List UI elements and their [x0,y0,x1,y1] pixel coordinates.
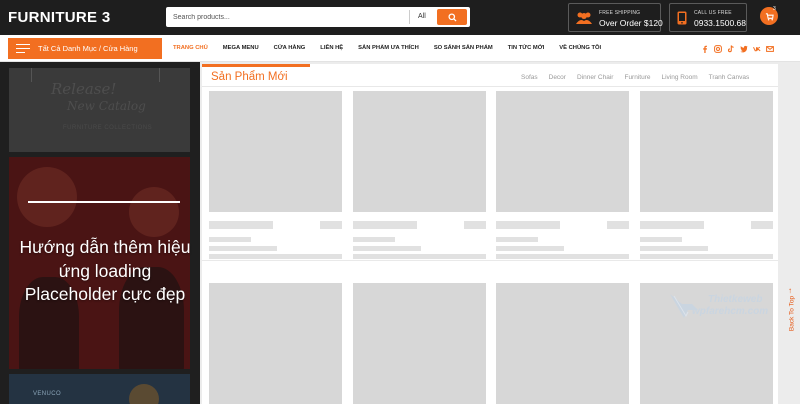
all-categories-label: Tất Cả Danh Mục / Cửa Hàng [38,44,138,53]
catalog-banner[interactable]: Release! New Catalog FURNITURE COLLECTIO… [9,68,190,152]
social-links [700,44,774,53]
nav-item-home[interactable]: TRANG CHỦ [173,45,208,51]
product-image-placeholder [496,91,629,212]
shipping-label: FREE SHIPPING [599,10,641,16]
cart-count-badge: 3 [773,6,776,12]
shipping-value: Over Order $120 [599,18,663,28]
section-title: Sản Phẩm Mới [211,71,288,83]
back-to-top-label: Back To Top [788,295,796,332]
nav-item-shop[interactable]: CỬA HÀNG [274,45,306,51]
sidebar-banners: Release! New Catalog FURNITURE COLLECTIO… [0,62,200,404]
nav-item-contact[interactable]: LIÊN HỆ [320,45,343,51]
vk-icon[interactable] [752,44,761,53]
nav-item-wishlist[interactable]: SẢN PHẨM ƯA THÍCH [358,45,419,51]
catalog-banner-caption: FURNITURE COLLECTIONS [63,125,153,131]
search-input[interactable] [166,7,408,27]
tab-tranh-canvas[interactable]: Tranh Canvas [709,74,750,81]
section-title-accent [202,64,310,67]
search-bar: All [166,7,470,27]
product-image-placeholder [496,283,629,404]
banner-decoration [159,68,160,82]
product-image-placeholder [353,283,486,404]
menu-icon [16,43,30,54]
venuco-banner-label: VENUCO [33,391,62,397]
facebook-icon[interactable] [700,44,709,53]
search-divider [409,10,410,24]
new-products-section: Sản Phẩm Mới Sofas Decor Dinner Chair Fu… [202,64,778,404]
tab-dinner-chair[interactable]: Dinner Chair [577,74,614,81]
tab-living-room[interactable]: Living Room [661,74,697,81]
product-price-placeholder [209,246,277,251]
nav-item-about[interactable]: VỀ CHÚNG TÔI [559,45,601,51]
product-title-placeholder [640,221,704,229]
product-meta-placeholder [640,237,682,242]
product-action-placeholder [751,221,773,229]
nav-item-mega-menu[interactable]: MEGA MENU [223,45,259,51]
product-image-placeholder [640,91,773,212]
twitter-icon[interactable] [739,44,748,53]
tab-sofas[interactable]: Sofas [521,74,538,81]
product-desc-placeholder [640,254,773,259]
product-title-placeholder [496,221,560,229]
product-meta-placeholder [496,237,538,242]
phone-icon [677,11,687,25]
product-desc-placeholder [353,254,486,259]
product-action-placeholder [464,221,486,229]
product-meta-placeholder [353,237,395,242]
site-logo[interactable]: FURNITURE 3 [8,9,110,26]
venuco-banner[interactable]: VENUCO [9,374,190,404]
back-to-top-button[interactable]: ↑ Back To Top [786,286,798,346]
product-title-placeholder [353,221,417,229]
cart-icon [765,12,774,20]
product-desc-placeholder [209,254,342,259]
catalog-banner-subtitle: New Catalog [67,99,146,113]
users-icon [576,12,592,24]
tiktok-icon[interactable] [726,44,735,53]
row-divider [202,260,778,261]
product-action-placeholder [320,221,342,229]
banner-light [129,187,179,237]
call-label: CALL US FREE [694,10,732,16]
product-image-placeholder [209,283,342,404]
tab-furniture[interactable]: Furniture [624,74,650,81]
all-categories-button[interactable]: Tất Cả Danh Mục / Cửa Hàng [8,38,162,59]
product-image-placeholder [209,91,342,212]
tutorial-overlay-text: Hướng dẫn thêm hiệu ứng loading Placehol… [19,237,191,304]
search-icon [447,12,457,22]
product-price-placeholder [353,246,421,251]
call-us-box: CALL US FREE 0933.1500.68 [669,3,747,32]
search-button[interactable] [437,9,467,25]
mail-icon[interactable] [765,44,774,53]
section-divider [202,86,778,87]
product-meta-placeholder [209,237,251,242]
nav-item-news[interactable]: TIN TỨC MỚI [508,45,544,51]
top-header: FURNITURE 3 All FREE SHIPPING Over Order… [0,0,800,35]
product-desc-placeholder [496,254,629,259]
phone-number[interactable]: 0933.1500.68 [694,18,746,28]
tab-decor[interactable]: Decor [549,74,566,81]
product-title-placeholder [209,221,273,229]
banner-decoration [129,384,159,404]
product-price-placeholder [496,246,564,251]
category-tabs: Sofas Decor Dinner Chair Furniture Livin… [521,74,749,81]
nav-item-compare[interactable]: SO SÁNH SẢN PHẨM [434,45,493,51]
banner-divider [28,201,180,203]
watermark-line1: Thietkeweb [708,294,763,305]
main-nav: Tất Cả Danh Mục / Cửa Hàng TRANG CHỦ MEG… [0,35,800,62]
product-action-placeholder [607,221,629,229]
banner-decoration [31,68,32,82]
nav-menu: TRANG CHỦ MEGA MENU CỬA HÀNG LIÊN HỆ SẢN… [173,45,601,51]
catalog-banner-title: Release! [51,80,117,98]
search-category-select[interactable]: All [418,13,426,20]
product-image-placeholder [353,91,486,212]
product-price-placeholder [640,246,708,251]
instagram-icon[interactable] [713,44,722,53]
watermark-line2: wpfarehcm.com [692,306,769,317]
free-shipping-box: FREE SHIPPING Over Order $120 [568,3,663,32]
banner-light [17,167,77,227]
site-watermark: Thietkeweb wpfarehcm.com [668,290,788,326]
